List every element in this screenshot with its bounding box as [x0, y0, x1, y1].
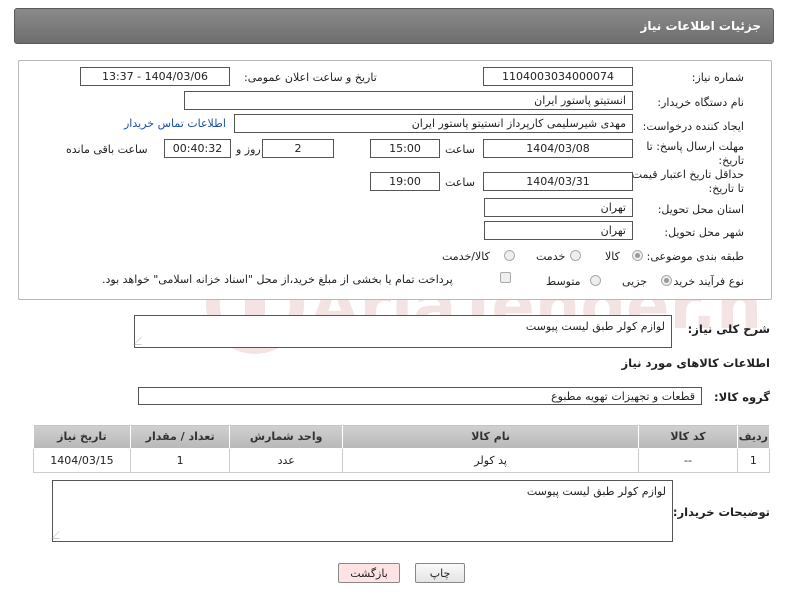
items-table: ردیف کد کالا نام کالا واحد شمارش تعداد /…	[33, 424, 771, 473]
buyer-notes-label: توضیحات خریدار:	[672, 505, 770, 519]
buyer-notes-textarea: لوازم کولر طبق لیست پیوست	[51, 480, 673, 542]
price-validity-label-2: تا تاریخ:	[708, 182, 744, 195]
panel-header: جزئیات اطلاعات نیاز	[14, 8, 774, 44]
purchase-type-radio-minor[interactable]	[661, 275, 672, 286]
price-validity-date-field: 1404/03/31	[483, 172, 633, 191]
col-header-item-name: نام کالا	[341, 424, 640, 449]
category-radio-service[interactable]	[570, 250, 581, 261]
delivery-province-field: تهران	[484, 198, 633, 217]
price-validity-label: حداقل تاریخ اعتبار قیمت:	[628, 168, 744, 181]
announce-datetime-label: تاریخ و ساعت اعلان عمومی:	[244, 71, 377, 84]
reply-deadline-date-field: 1404/03/08	[483, 139, 633, 158]
reply-deadline-label-2: تاریخ:	[718, 154, 744, 167]
treasury-payment-note: پرداخت تمام یا بخشی از مبلغ خرید،از محل …	[102, 273, 453, 286]
requester-label: ایجاد کننده درخواست:	[642, 120, 744, 133]
col-header-row-number: ردیف	[736, 424, 771, 449]
resize-grip-icon	[133, 337, 149, 345]
description-text: لوازم کولر طبق لیست پیوست	[525, 320, 665, 333]
days-label: روز و	[236, 143, 261, 156]
cell-need-date: 1404/03/15	[33, 448, 131, 473]
remaining-time-label: ساعت باقی مانده	[66, 143, 148, 156]
reply-deadline-time-field: 15:00	[370, 139, 440, 158]
treasury-payment-checkbox[interactable]	[500, 272, 511, 283]
col-header-need-date: تاریخ نیاز	[33, 424, 131, 449]
price-validity-time-field: 19:00	[370, 172, 440, 191]
resize-grip-icon	[51, 531, 67, 539]
goods-group-field: قطعات و تجهیزات تهویه مطبوع	[138, 387, 702, 405]
table-row: 1 -- پد کولر عدد 1 1404/03/15	[33, 448, 771, 473]
cell-item-name: پد کولر	[341, 448, 640, 473]
table-header-row: ردیف کد کالا نام کالا واحد شمارش تعداد /…	[33, 424, 771, 449]
purchase-type-option-minor: جزیی	[622, 275, 648, 288]
items-section-title: اطلاعات کالاهای مورد نیاز	[621, 356, 770, 370]
remaining-time-field: 00:40:32	[164, 139, 231, 158]
description-label: شرح کلی نیاز:	[687, 322, 770, 336]
buyer-org-label: نام دستگاه خریدار:	[657, 96, 744, 109]
purchase-type-option-medium: متوسط	[546, 275, 581, 288]
purchase-type-label: نوع فرآیند خرید :	[666, 275, 744, 288]
reply-deadline-time-label: ساعت	[445, 143, 475, 156]
buyer-contact-link[interactable]: اطلاعات تماس خریدار	[124, 117, 226, 130]
col-header-unit: واحد شمارش	[229, 424, 343, 449]
delivery-city-label: شهر محل تحویل:	[664, 226, 744, 239]
goods-group-label: گروه کالا:	[714, 390, 770, 404]
cell-quantity: 1	[129, 448, 231, 473]
col-header-item-code: کد کالا	[638, 424, 738, 449]
buyer-notes-text: لوازم کولر طبق لیست پیوست	[526, 485, 666, 498]
buyer-org-field: انستیتو پاستور ایران	[184, 91, 633, 110]
reply-deadline-label: مهلت ارسال پاسخ: تا	[646, 140, 744, 153]
print-button[interactable]: چاپ	[415, 563, 465, 583]
category-radio-goods-service[interactable]	[504, 250, 515, 261]
description-textarea: لوازم کولر طبق لیست پیوست	[133, 315, 672, 348]
category-radio-goods[interactable]	[632, 250, 643, 261]
col-header-quantity: تعداد / مقدار	[129, 424, 231, 449]
cell-item-code: --	[638, 448, 738, 473]
category-option-service: خدمت	[536, 250, 566, 263]
need-number-label: شماره نیاز:	[691, 71, 744, 84]
delivery-city-field: تهران	[484, 221, 633, 240]
delivery-province-label: استان محل تحویل:	[657, 203, 744, 216]
category-option-goods-service: کالا/خدمت	[442, 250, 490, 263]
price-validity-time-label: ساعت	[445, 176, 475, 189]
category-label: طبقه بندی موضوعی:	[646, 250, 744, 263]
reply-days-field: 2	[262, 139, 334, 158]
category-option-goods: کالا	[605, 250, 620, 263]
requester-field: مهدی شیرسلیمی کارپرداز انستیتو پاستور ای…	[234, 114, 633, 133]
back-button[interactable]: بازگشت	[338, 563, 400, 583]
purchase-type-radio-medium[interactable]	[590, 275, 601, 286]
cell-row-number: 1	[736, 448, 771, 473]
announce-datetime-field: 1404/03/06 - 13:37	[80, 67, 230, 86]
need-number-field: 1104003034000074	[483, 67, 633, 86]
cell-unit: عدد	[229, 448, 343, 473]
page-title: جزئیات اطلاعات نیاز	[640, 19, 761, 33]
